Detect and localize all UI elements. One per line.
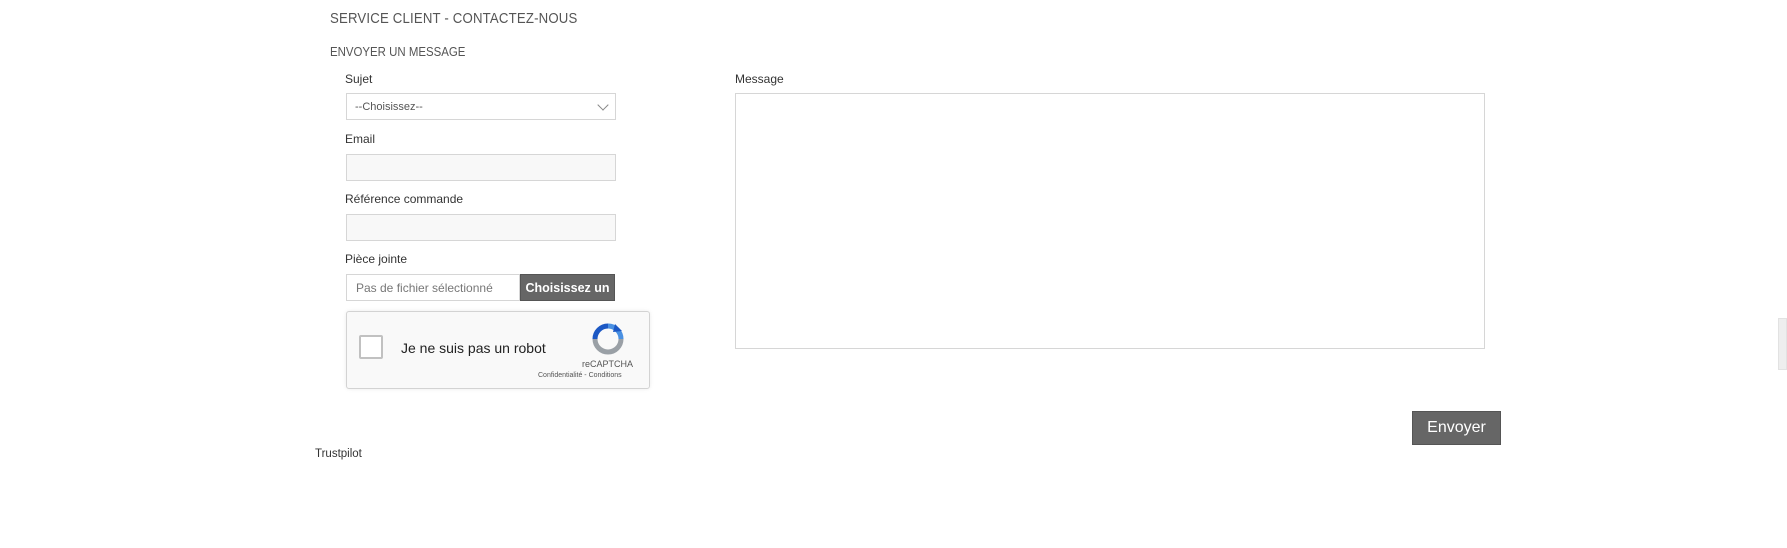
subject-selected-value: --Choisissez-- [355,100,423,113]
order-reference-field[interactable] [346,214,616,241]
recaptcha-widget: Je ne suis pas un robot reCAPTCHA Confid… [346,311,650,389]
email-label: Email [345,132,376,146]
subject-select[interactable]: --Choisissez-- [346,93,616,120]
recaptcha-links[interactable]: Confidentialité - Conditions [538,372,622,379]
order-reference-label: Référence commande [345,192,464,206]
email-field[interactable] [346,154,616,181]
choose-file-button[interactable]: Choisissez un [520,274,615,301]
side-feedback-tab[interactable] [1778,318,1787,370]
section-title: ENVOYER UN MESSAGE [330,44,466,59]
send-button[interactable]: Envoyer [1412,411,1501,445]
chevron-down-icon [597,98,609,111]
recaptcha-checkbox[interactable] [359,335,383,359]
recaptcha-icon [592,323,624,355]
recaptcha-brand: reCAPTCHA [582,359,634,369]
subject-label: Sujet [345,72,373,86]
message-textarea[interactable] [735,93,1485,349]
attachment-label: Pièce jointe [345,252,408,266]
trustpilot-widget[interactable]: Trustpilot [315,448,362,460]
recaptcha-label: Je ne suis pas un robot [401,340,546,356]
message-label: Message [735,72,784,86]
attachment-filename: Pas de fichier sélectionné [346,274,520,301]
page-title: SERVICE CLIENT - CONTACTEZ-NOUS [330,10,578,27]
